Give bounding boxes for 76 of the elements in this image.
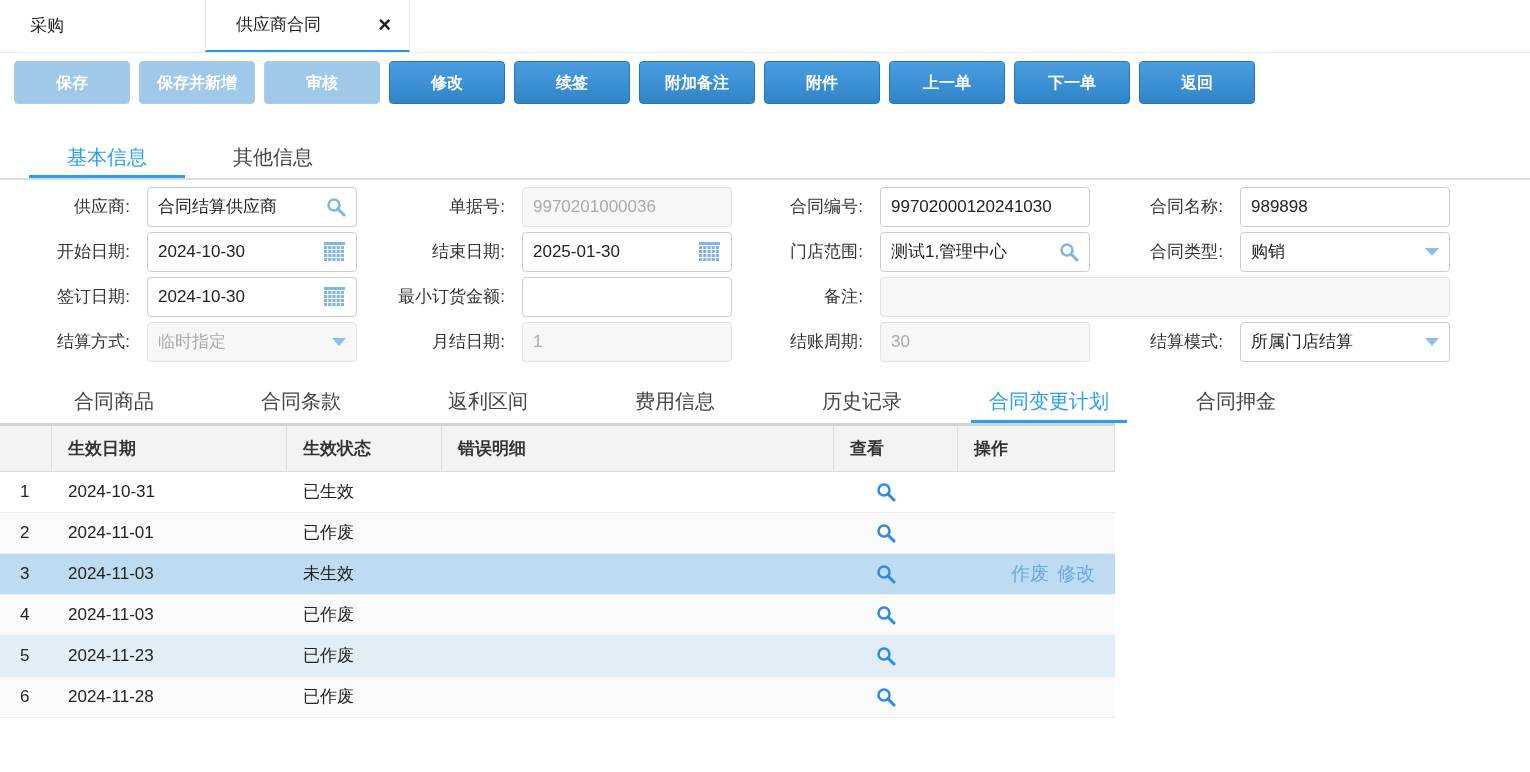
detail-tab[interactable]: 合同商品 [36,386,192,423]
field-label: 结算方式: [56,331,131,354]
table-row[interactable]: 6 2024-11-28 已作废 [0,677,1115,718]
table-cell-text: 2024-11-03 [67,604,155,627]
field-label: 备注: [823,286,864,309]
search-icon[interactable] [876,687,896,707]
field-label: 最小订货金额: [397,286,506,309]
table-cell-text: 已作废 [302,604,355,627]
table-cell-text: 已作废 [302,645,355,668]
field-label: 开始日期: [56,241,131,264]
field-label: 月结日期: [431,331,506,354]
date-field[interactable]: 2024-10-30 [147,277,357,317]
dropdown-caret-icon[interactable] [1425,248,1439,256]
search-icon[interactable] [876,523,896,543]
search-icon[interactable] [1059,242,1079,262]
table-cell-text: 2024-11-03 [67,563,155,586]
date-field[interactable]: 2025-01-30 [522,232,732,272]
window-tab[interactable]: 采购 [0,0,205,52]
row-number: 1 [19,481,31,504]
section-tab[interactable]: 其他信息 [195,138,351,178]
table-row[interactable]: 3 2024-11-03 未生效 作废 修改 [0,554,1115,595]
input-field[interactable]: 99702000120241030 [880,187,1090,227]
search-icon[interactable] [876,646,896,666]
calendar-icon[interactable] [323,286,346,308]
calendar-icon[interactable] [323,241,346,263]
field-label: 合同编号: [789,196,864,219]
field-label: 结算模式: [1149,331,1224,354]
dropdown-caret-icon[interactable] [1425,338,1439,346]
input-field[interactable]: 989898 [1240,187,1450,227]
table-cell-text: 2024-11-28 [67,686,155,709]
table-cell-text: 未生效 [302,563,355,586]
window-tab[interactable]: 供应商合同 × [205,0,410,52]
field-label: 单据号: [448,196,506,219]
detail-tab[interactable]: 费用信息 [597,386,753,423]
row-number: 5 [19,645,31,668]
field-label: 合同类型: [1149,241,1224,264]
dropdown-field[interactable]: 购销 [1240,232,1450,272]
table-cell-text: 2024-10-31 [67,481,156,504]
search-field[interactable]: 合同结算供应商 [147,187,357,227]
column-header: 生效日期 [52,426,287,471]
column-header: 错误明细 [442,426,834,471]
table-cell-text: 2024-11-23 [67,645,155,668]
field-label: 合同名称: [1149,196,1224,219]
field-label: 门店范围: [789,241,864,264]
detail-tab[interactable]: 返利区间 [410,386,566,423]
calendar-icon[interactable] [698,241,721,263]
table-cell-text: 已作废 [302,522,355,545]
search-icon[interactable] [876,564,896,584]
search-icon[interactable] [876,605,896,625]
table-row[interactable]: 4 2024-11-03 已作废 [0,595,1115,636]
table-cell-text: 已作废 [302,686,355,709]
search-icon[interactable] [876,482,896,502]
field-label: 供应商: [73,196,131,219]
detail-tab[interactable]: 历史记录 [784,386,940,423]
table-row[interactable]: 5 2024-11-23 已作废 [0,636,1115,677]
field-label: 结束日期: [431,241,506,264]
row-number: 3 [19,563,31,586]
table-cell-text: 已生效 [302,481,355,504]
detail-tab[interactable]: 合同押金 [1158,386,1314,423]
field-label: 结账周期: [789,331,864,354]
search-icon[interactable] [326,197,346,217]
table-row[interactable]: 2 2024-11-01 已作废 [0,513,1115,554]
date-field[interactable]: 2024-10-30 [147,232,357,272]
field-label: 签订日期: [56,286,131,309]
input-field[interactable] [522,277,732,317]
detail-tab[interactable]: 合同条款 [223,386,379,423]
row-number: 2 [19,522,31,545]
column-header: 查看 [834,426,958,471]
row-number: 6 [19,686,31,709]
dropdown-field[interactable]: 所属门店结算 [1240,322,1450,362]
table-cell-text: 2024-11-01 [67,522,155,545]
row-number: 4 [19,604,31,627]
search-field[interactable]: 测试1,管理中心 [880,232,1090,272]
column-header: 生效状态 [287,426,442,471]
close-button[interactable]: × [378,14,391,36]
column-header: 操作 [958,426,1115,471]
